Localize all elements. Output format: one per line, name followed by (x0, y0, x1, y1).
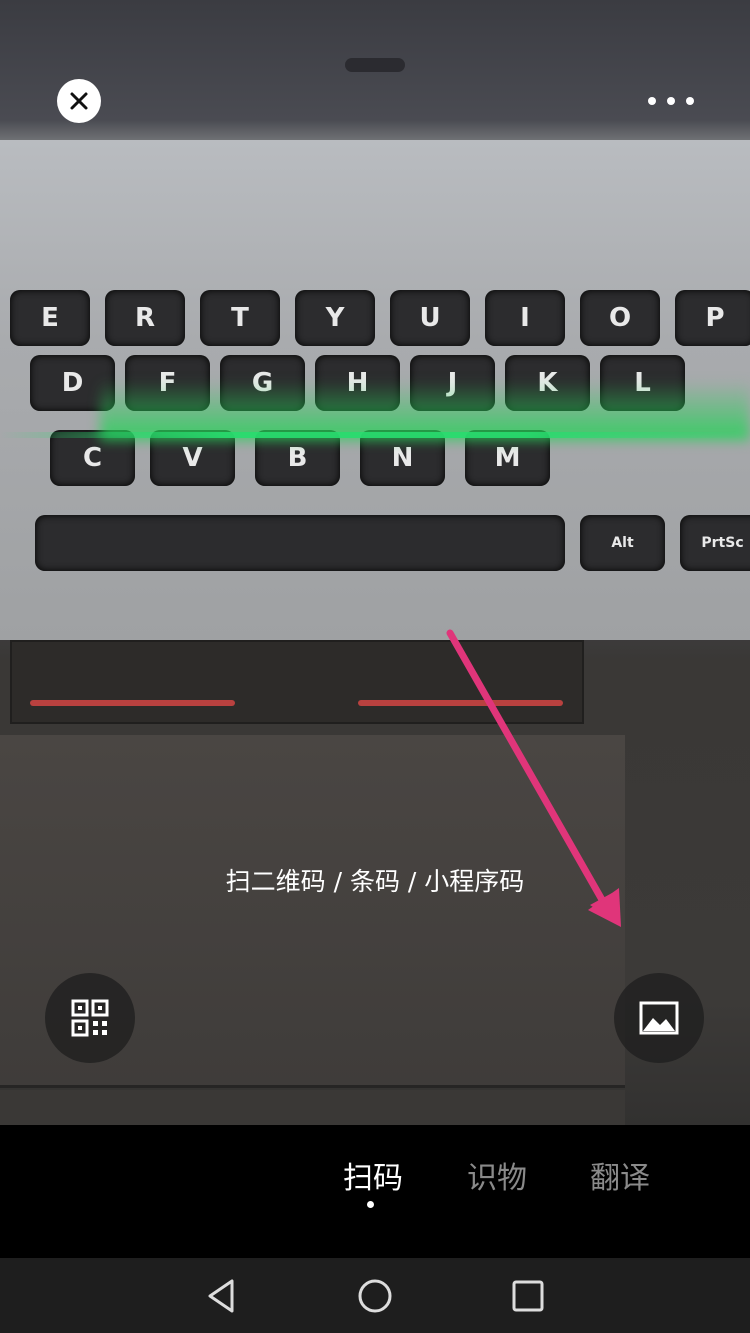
home-circle-icon[interactable] (355, 1276, 395, 1316)
annotation-arrow (446, 629, 621, 927)
more-horizontal-icon (648, 97, 656, 105)
recents-square-icon[interactable] (508, 1276, 548, 1316)
scan-hint: 扫二维码 / 条码 / 小程序码 (225, 867, 525, 896)
more-dot (667, 97, 675, 105)
close-button[interactable] (57, 79, 101, 123)
system-navigation-bar (0, 1258, 750, 1333)
active-tab-indicator (367, 1201, 374, 1208)
tab-scan-code[interactable]: 扫码 (343, 1153, 403, 1197)
more-dot (686, 97, 694, 105)
my-qr-code-button[interactable] (45, 973, 135, 1063)
qr-code-icon (71, 999, 109, 1037)
camera-viewfinder: E R T Y U I O P D F G H J K L C V B N M … (0, 0, 750, 1125)
album-button[interactable] (614, 973, 704, 1063)
scan-mode-bar: 扫码 识物 翻译 (0, 1125, 750, 1258)
tab-identify-object[interactable]: 识物 (467, 1153, 527, 1197)
close-icon (70, 92, 88, 110)
back-triangle-icon[interactable] (202, 1276, 242, 1316)
tab-translate[interactable]: 翻译 (590, 1153, 650, 1197)
image-album-icon (639, 1001, 679, 1035)
more-button[interactable] (648, 88, 694, 114)
